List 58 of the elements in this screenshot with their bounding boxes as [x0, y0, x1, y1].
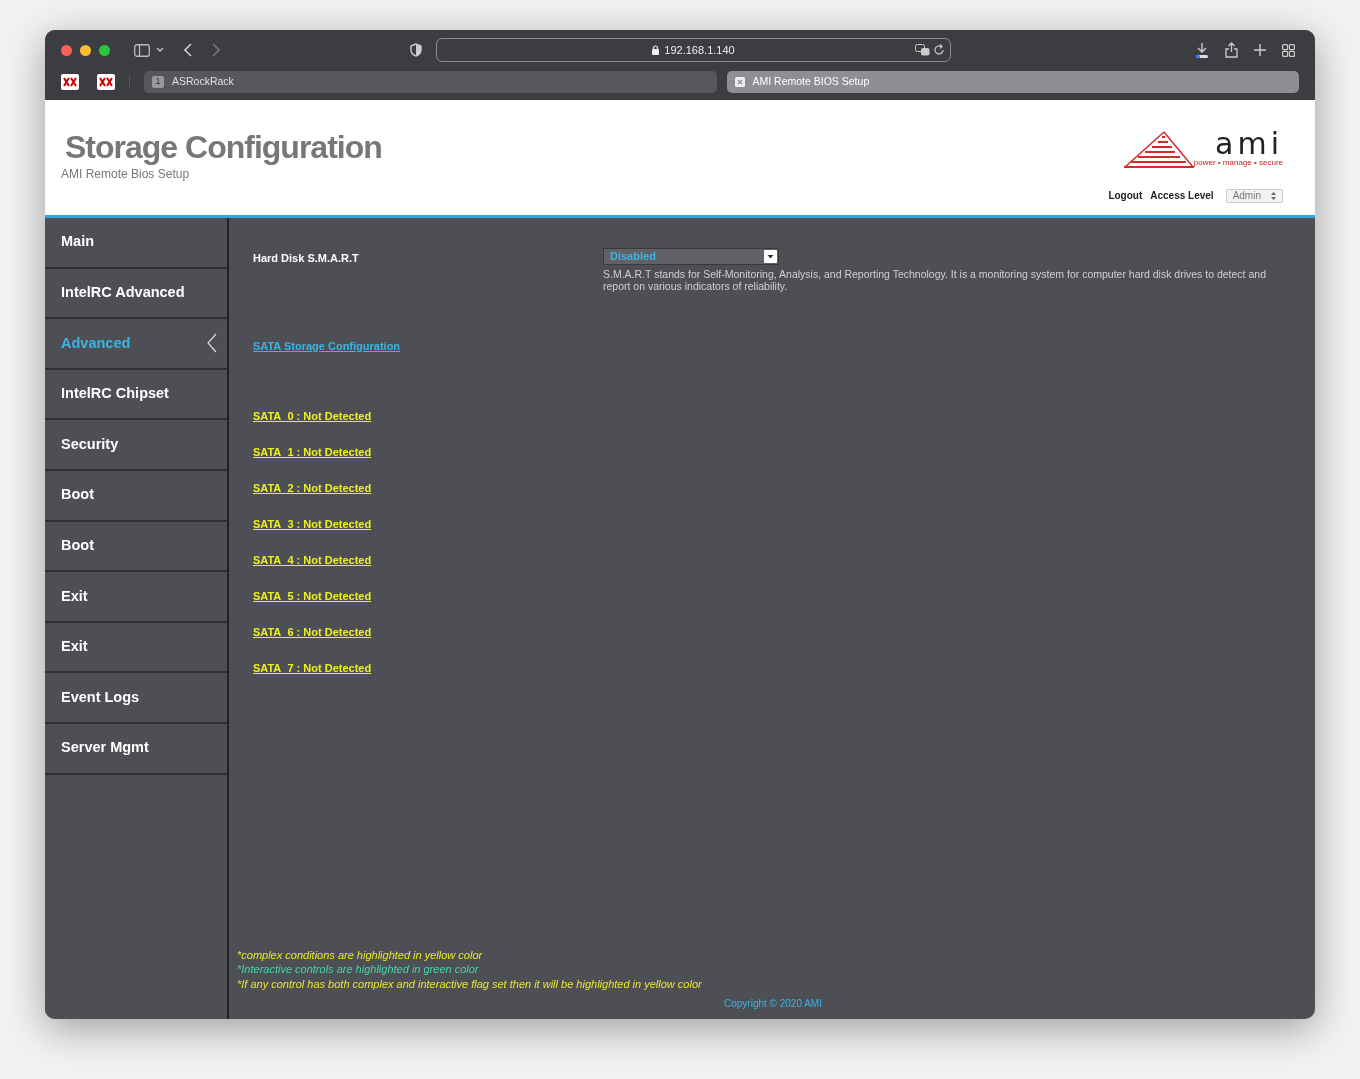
sata-port-link[interactable]: SATA_5 : Not Detected [253, 588, 372, 604]
stepper-icon [1271, 191, 1276, 200]
share-icon[interactable] [1225, 42, 1238, 58]
back-icon[interactable] [184, 43, 192, 57]
legend-note: *complex conditions are highlighted in yellow color [237, 947, 484, 962]
page-subtitle: AMI Remote Bios Setup [61, 166, 191, 184]
sidebar-item[interactable]: Advanced [45, 319, 227, 370]
sata-port-link[interactable]: SATA_1 : Not Detected [253, 444, 372, 460]
download-icon[interactable] [1195, 42, 1209, 58]
tab-overview-icon[interactable] [1282, 43, 1295, 57]
sidebar-item[interactable]: IntelRC Advanced [45, 268, 227, 320]
browser-tab[interactable]: 1 ASRockRack [144, 71, 717, 93]
translate-icon[interactable] [915, 44, 930, 56]
sidebar-item[interactable]: Server Mgmt [45, 723, 227, 775]
sata-port-link[interactable]: SATA_6 : Not Detected [253, 624, 372, 640]
pinned-tab-icon[interactable] [61, 74, 79, 90]
chevron-left-icon [207, 333, 217, 354]
sidebar-item[interactable]: IntelRC Chipset [45, 369, 227, 421]
sidebar-item[interactable]: Exit [45, 622, 227, 674]
sidebar-icon[interactable] [134, 43, 150, 57]
legend-note: *Interactive controls are highlighted in green color [237, 962, 480, 977]
close-window-button[interactable] [61, 44, 72, 56]
logo-tagline: power • manage • secure [1193, 158, 1283, 168]
sidebar-item[interactable]: Exit [45, 572, 227, 623]
access-level-label: Access Level [1150, 189, 1214, 203]
sidebar-item[interactable]: Boot [45, 470, 227, 522]
sata-port-link[interactable]: SATA_2 : Not Detected [253, 480, 372, 496]
address-bar[interactable]: 192.168.1.140 [436, 38, 951, 62]
copyright-text: Copyright © 2020 AMI [724, 997, 822, 1011]
pyramid-logo-icon [1123, 130, 1194, 168]
close-tab-icon[interactable] [734, 77, 745, 87]
sidebar-item[interactable]: Security [45, 420, 227, 471]
sidebar-item[interactable]: Boot [45, 521, 227, 573]
pinned-tab-icon[interactable] [97, 74, 115, 90]
sata-port-link[interactable]: SATA_7 : Not Detected [253, 660, 372, 676]
page-title: Storage Configuration [64, 130, 382, 166]
logout-link[interactable]: Logout [1108, 188, 1143, 203]
sidebar-item[interactable]: Main [45, 218, 227, 269]
tab-number-badge: 1 [152, 76, 164, 88]
minimize-window-button[interactable] [80, 44, 91, 56]
url-text: 192.168.1.140 [664, 42, 735, 58]
logo-wordmark: ami [1215, 130, 1283, 158]
legend-note: *If any control has both complex and interactive flag set then it will be highlighted in yellow color [237, 976, 702, 991]
lock-icon [652, 45, 660, 55]
sata-port-link[interactable]: SATA_3 : Not Detected [253, 516, 372, 532]
setting-description: S.M.A.R.T stands for Self-Monitoring, Analysis, and Reporting Technology. It is a monitoring system for computer hard disk drives to detect and report on various indicators of reliability. [603, 268, 1267, 292]
setting-label: Hard Disk S.M.A.R.T [253, 251, 360, 266]
sidebar-item[interactable]: Event Logs [45, 673, 227, 724]
sata-configuration-link[interactable]: SATA Storage Configuration [253, 338, 401, 355]
sata-port-link[interactable]: SATA_4 : Not Detected [253, 552, 372, 568]
chevron-down-icon[interactable] [156, 47, 164, 53]
sata-port-link[interactable]: SATA_0 : Not Detected [253, 408, 372, 424]
zoom-window-button[interactable] [99, 44, 110, 56]
access-level-select[interactable]: Admin [1225, 188, 1283, 203]
forward-icon[interactable] [212, 43, 220, 57]
plus-icon[interactable] [1254, 44, 1266, 56]
shield-icon[interactable] [410, 43, 422, 57]
reload-icon[interactable] [934, 44, 945, 56]
